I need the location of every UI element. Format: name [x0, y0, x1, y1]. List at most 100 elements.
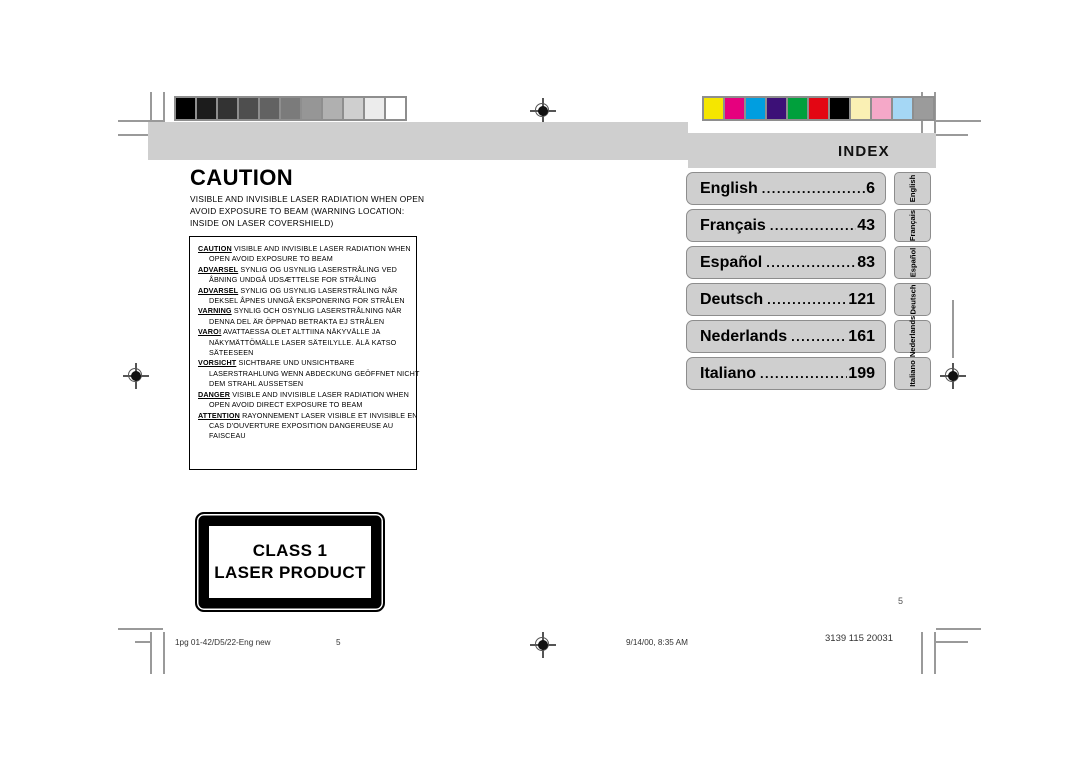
warning-text: SYNLIG OCH OSYNLIG LASERSTRÅLNING NÄR [233, 306, 402, 316]
warning-text: SYNLIG OG USYNLIG LASERSTRÅLING VED [240, 264, 397, 274]
crop-mark-top-right-h1 [936, 120, 981, 122]
warning-text: SYNLIG OG USYNLIG LASERSTRÅLING NÅR [240, 285, 398, 295]
index-page-number: 83 [857, 253, 875, 271]
grayscale-swatch [386, 98, 405, 119]
warning-keyword: CAUTION [198, 244, 232, 253]
index-entry-box[interactable]: Nederlands ........................... 1… [686, 320, 886, 353]
warning-text: VISIBLE AND INVISIBLE LASER RADIATION WH… [233, 244, 411, 253]
grayscale-control-strip [174, 96, 407, 121]
index-language-label: Français [700, 216, 766, 234]
index-side-tab-francais[interactable]: Français [894, 209, 931, 242]
class1-laser-product-label: CLASS 1 LASER PRODUCT [195, 512, 385, 612]
index-row-deutsch[interactable]: Deutsch ................................… [686, 283, 931, 316]
registration-mark-right [940, 363, 966, 389]
index-leader-dots: .............................. [760, 367, 847, 380]
header-band-left [148, 122, 688, 160]
crop-mark-bottom-right-v1 [921, 632, 923, 674]
laser-label-line1: CLASS 1 [252, 541, 328, 560]
color-swatch [725, 98, 744, 119]
warning-text: VISIBLE AND INVISIBLE LASER RADIATION WH… [232, 389, 409, 399]
caution-subtitle: VISIBLE AND INVISIBLE LASER RADIATION WH… [190, 193, 440, 230]
warning-keyword: ADVARSEL [198, 264, 239, 274]
registration-mark-left [123, 363, 149, 389]
warning-entry-line: VARO! AVATTAESSA OLET ALTTIINA NÄKYVÄLLE… [198, 327, 408, 337]
warning-keyword: VARO! [198, 327, 222, 337]
grayscale-swatch [281, 98, 300, 119]
index-entry-box[interactable]: Français ...............................… [686, 209, 886, 242]
color-swatch [746, 98, 765, 119]
warning-entry-line: VARNING SYNLIG OCH OSYNLIG LASERSTRÅLNIN… [198, 306, 408, 316]
index-leader-dots: .................................... [769, 219, 857, 232]
caution-heading: CAUTION [190, 165, 294, 190]
warning-text: AVATTAESSA OLET ALTTIINA NÄKYVÄLLE JA [223, 327, 381, 337]
index-page-number: 161 [848, 327, 875, 345]
warning-entry-line: CAUTION VISIBLE AND INVISIBLE LASER RADI… [198, 244, 411, 254]
index-side-tab-espanol[interactable]: Español [894, 246, 931, 279]
index-side-tab-label: Deutsch [908, 284, 917, 315]
index-row-italiano[interactable]: Italiano .............................. … [686, 357, 931, 390]
crop-mark-bottom-left-h2 [135, 641, 151, 643]
index-row-espanol[interactable]: Español ................................… [686, 246, 931, 279]
warning-entry-line: DANGER VISIBLE AND INVISIBLE LASER RADIA… [198, 389, 409, 400]
crop-mark-bottom-left-v1 [150, 632, 152, 674]
grayscale-swatch [239, 98, 258, 119]
index-side-tab-deutsch[interactable]: Deutsch [894, 283, 931, 316]
index-entry-box[interactable]: English ................................… [686, 172, 886, 205]
warning-entry-line: DEKSEL ÅPNES UNNGÅ EKSPONERING FOR STRÅL… [209, 296, 405, 306]
index-side-tab-english[interactable]: English [894, 172, 931, 205]
index-side-tab-italiano[interactable]: Italiano [894, 357, 931, 390]
warning-keyword: DANGER [198, 389, 231, 399]
index-entry-box[interactable]: Deutsch ................................… [686, 283, 886, 316]
index-leader-dots: .................................. [767, 293, 848, 306]
warning-text: RAYONNEMENT LASER VISIBLE ET INVISIBLE E… [242, 410, 418, 420]
warning-entry-line: NÄKYMÄTTÖMÄLLE LASER SÄTEILYLLE. ÄLÄ KAT… [209, 337, 397, 347]
footer-timestamp: 9/14/00, 8:35 AM [626, 638, 688, 647]
warning-text: SICHTBARE UND UNSICHTBARE [238, 358, 355, 368]
index-entry-box[interactable]: Español ................................… [686, 246, 886, 279]
index-language-label: Italiano [700, 364, 757, 382]
index-entry-box[interactable]: Italiano .............................. … [686, 357, 886, 390]
grayscale-swatch [176, 98, 195, 119]
index-heading: INDEX [838, 143, 890, 160]
color-swatch [851, 98, 870, 119]
color-swatch [914, 98, 933, 119]
warning-entry-line: ÅBNING UNDGÅ UDSÆTTELSE FOR STRÅLING [209, 275, 377, 285]
crop-mark-bottom-left-h1 [118, 628, 163, 630]
index-side-tab-label: Español [907, 247, 917, 278]
warning-keyword: VARNING [198, 306, 232, 316]
index-side-tab-nederlands[interactable]: Nederlands [894, 316, 931, 357]
laser-label-line2: LASER PRODUCT [214, 563, 366, 582]
index-row-english[interactable]: English ................................… [686, 172, 931, 205]
crop-guide-right-vertical [952, 300, 954, 358]
index-side-tab-label: Italiano [908, 360, 917, 387]
crop-mark-bottom-left-v2 [163, 632, 165, 674]
index-leader-dots: ........................... [791, 330, 847, 343]
warning-keyword: VORSICHT [198, 358, 237, 368]
crop-mark-bottom-right-h1 [936, 628, 981, 630]
index-side-tab-label: Français [908, 209, 917, 242]
index-side-tab-label: English [908, 174, 917, 203]
warning-entry-line: ADVARSEL SYNLIG OG USYNLIG LASERSTRÅLING… [198, 265, 408, 275]
warning-entry-line: VORSICHT SICHTBARE UND UNSICHTBARE [198, 358, 408, 368]
warning-entry-line: OPEN AVOID DIRECT EXPOSURE TO BEAM [209, 400, 363, 410]
index-language-label: Deutsch [700, 290, 764, 308]
index-row-francais[interactable]: Français ...............................… [686, 209, 931, 242]
index-row-nederlands[interactable]: Nederlands ........................... 1… [686, 316, 931, 357]
registration-mark-top-center [530, 98, 556, 124]
warning-entry-line: DEM STRAHL AUSSETSEN [209, 379, 304, 389]
caution-subtitle-line: AVOID EXPOSURE TO BEAM (WARNING LOCATION… [190, 206, 405, 217]
registration-mark-bottom-center [530, 632, 556, 658]
print-proof-page: INDEX CAUTION VISIBLE AND INVISIBLE LASE… [0, 0, 1080, 763]
footer-job-name: 1pg 01-42/D5/22-Eng new [175, 638, 271, 647]
multilingual-warning-box: CAUTION VISIBLE AND INVISIBLE LASER RADI… [189, 236, 419, 470]
page-number: 5 [898, 596, 904, 606]
warning-entry-line: DENNA DEL ÄR ÖPPNAD BETRAKTA EJ STRÅLEN [209, 316, 385, 326]
grayscale-swatch [260, 98, 279, 119]
warning-entry-line: OPEN AVOID EXPOSURE TO BEAM [209, 254, 333, 264]
color-swatch [893, 98, 912, 119]
crop-mark-top-left-h2 [118, 134, 150, 136]
warning-entry-line: SÄTEESEEN [209, 348, 254, 358]
warning-entry-line: CAS D'OUVERTURE EXPOSITION DANGEREUSE AU [209, 420, 394, 430]
color-control-strip [702, 96, 935, 121]
caution-subtitle-line: VISIBLE AND INVISIBLE LASER RADIATION WH… [190, 194, 425, 204]
